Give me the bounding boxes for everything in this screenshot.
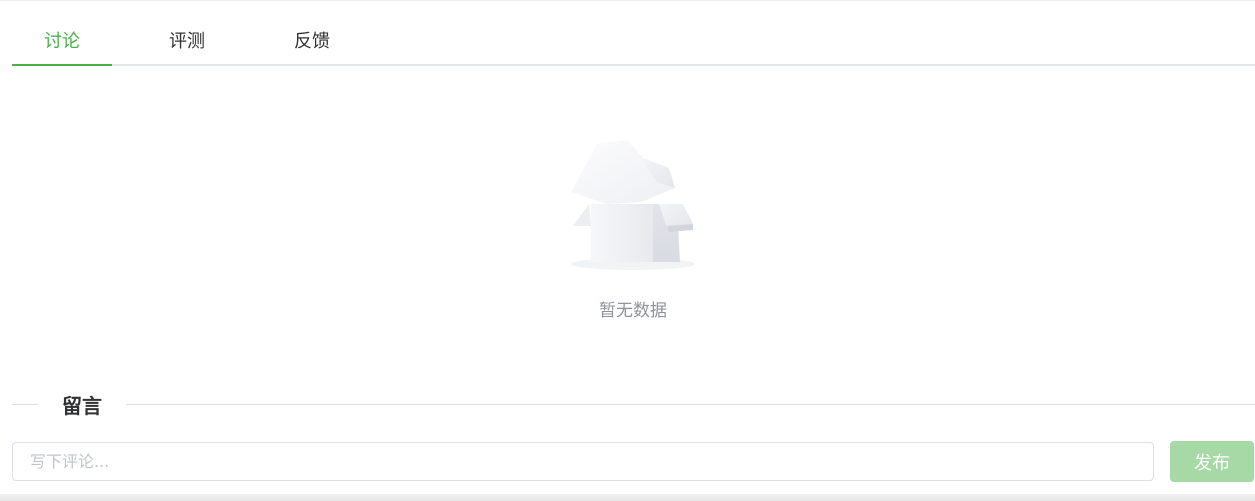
active-tab-indicator [12, 64, 112, 66]
tab-bar: 讨论 评测 反馈 [12, 24, 1255, 65]
empty-state: 暂无数据 [533, 138, 733, 328]
comment-section-title: 留言 [38, 392, 126, 420]
bottom-edge [0, 494, 1255, 501]
tab-review[interactable]: 评测 [137, 24, 237, 64]
top-border [0, 0, 1255, 1]
tab-discussion[interactable]: 讨论 [12, 24, 112, 64]
tab-feedback[interactable]: 反馈 [262, 24, 362, 64]
comment-input[interactable] [12, 442, 1154, 481]
empty-state-text: 暂无数据 [599, 301, 667, 321]
empty-box-icon [571, 140, 695, 270]
publish-button[interactable]: 发布 [1170, 441, 1254, 482]
comment-divider [12, 404, 1255, 405]
tab-bar-baseline [12, 64, 1255, 66]
